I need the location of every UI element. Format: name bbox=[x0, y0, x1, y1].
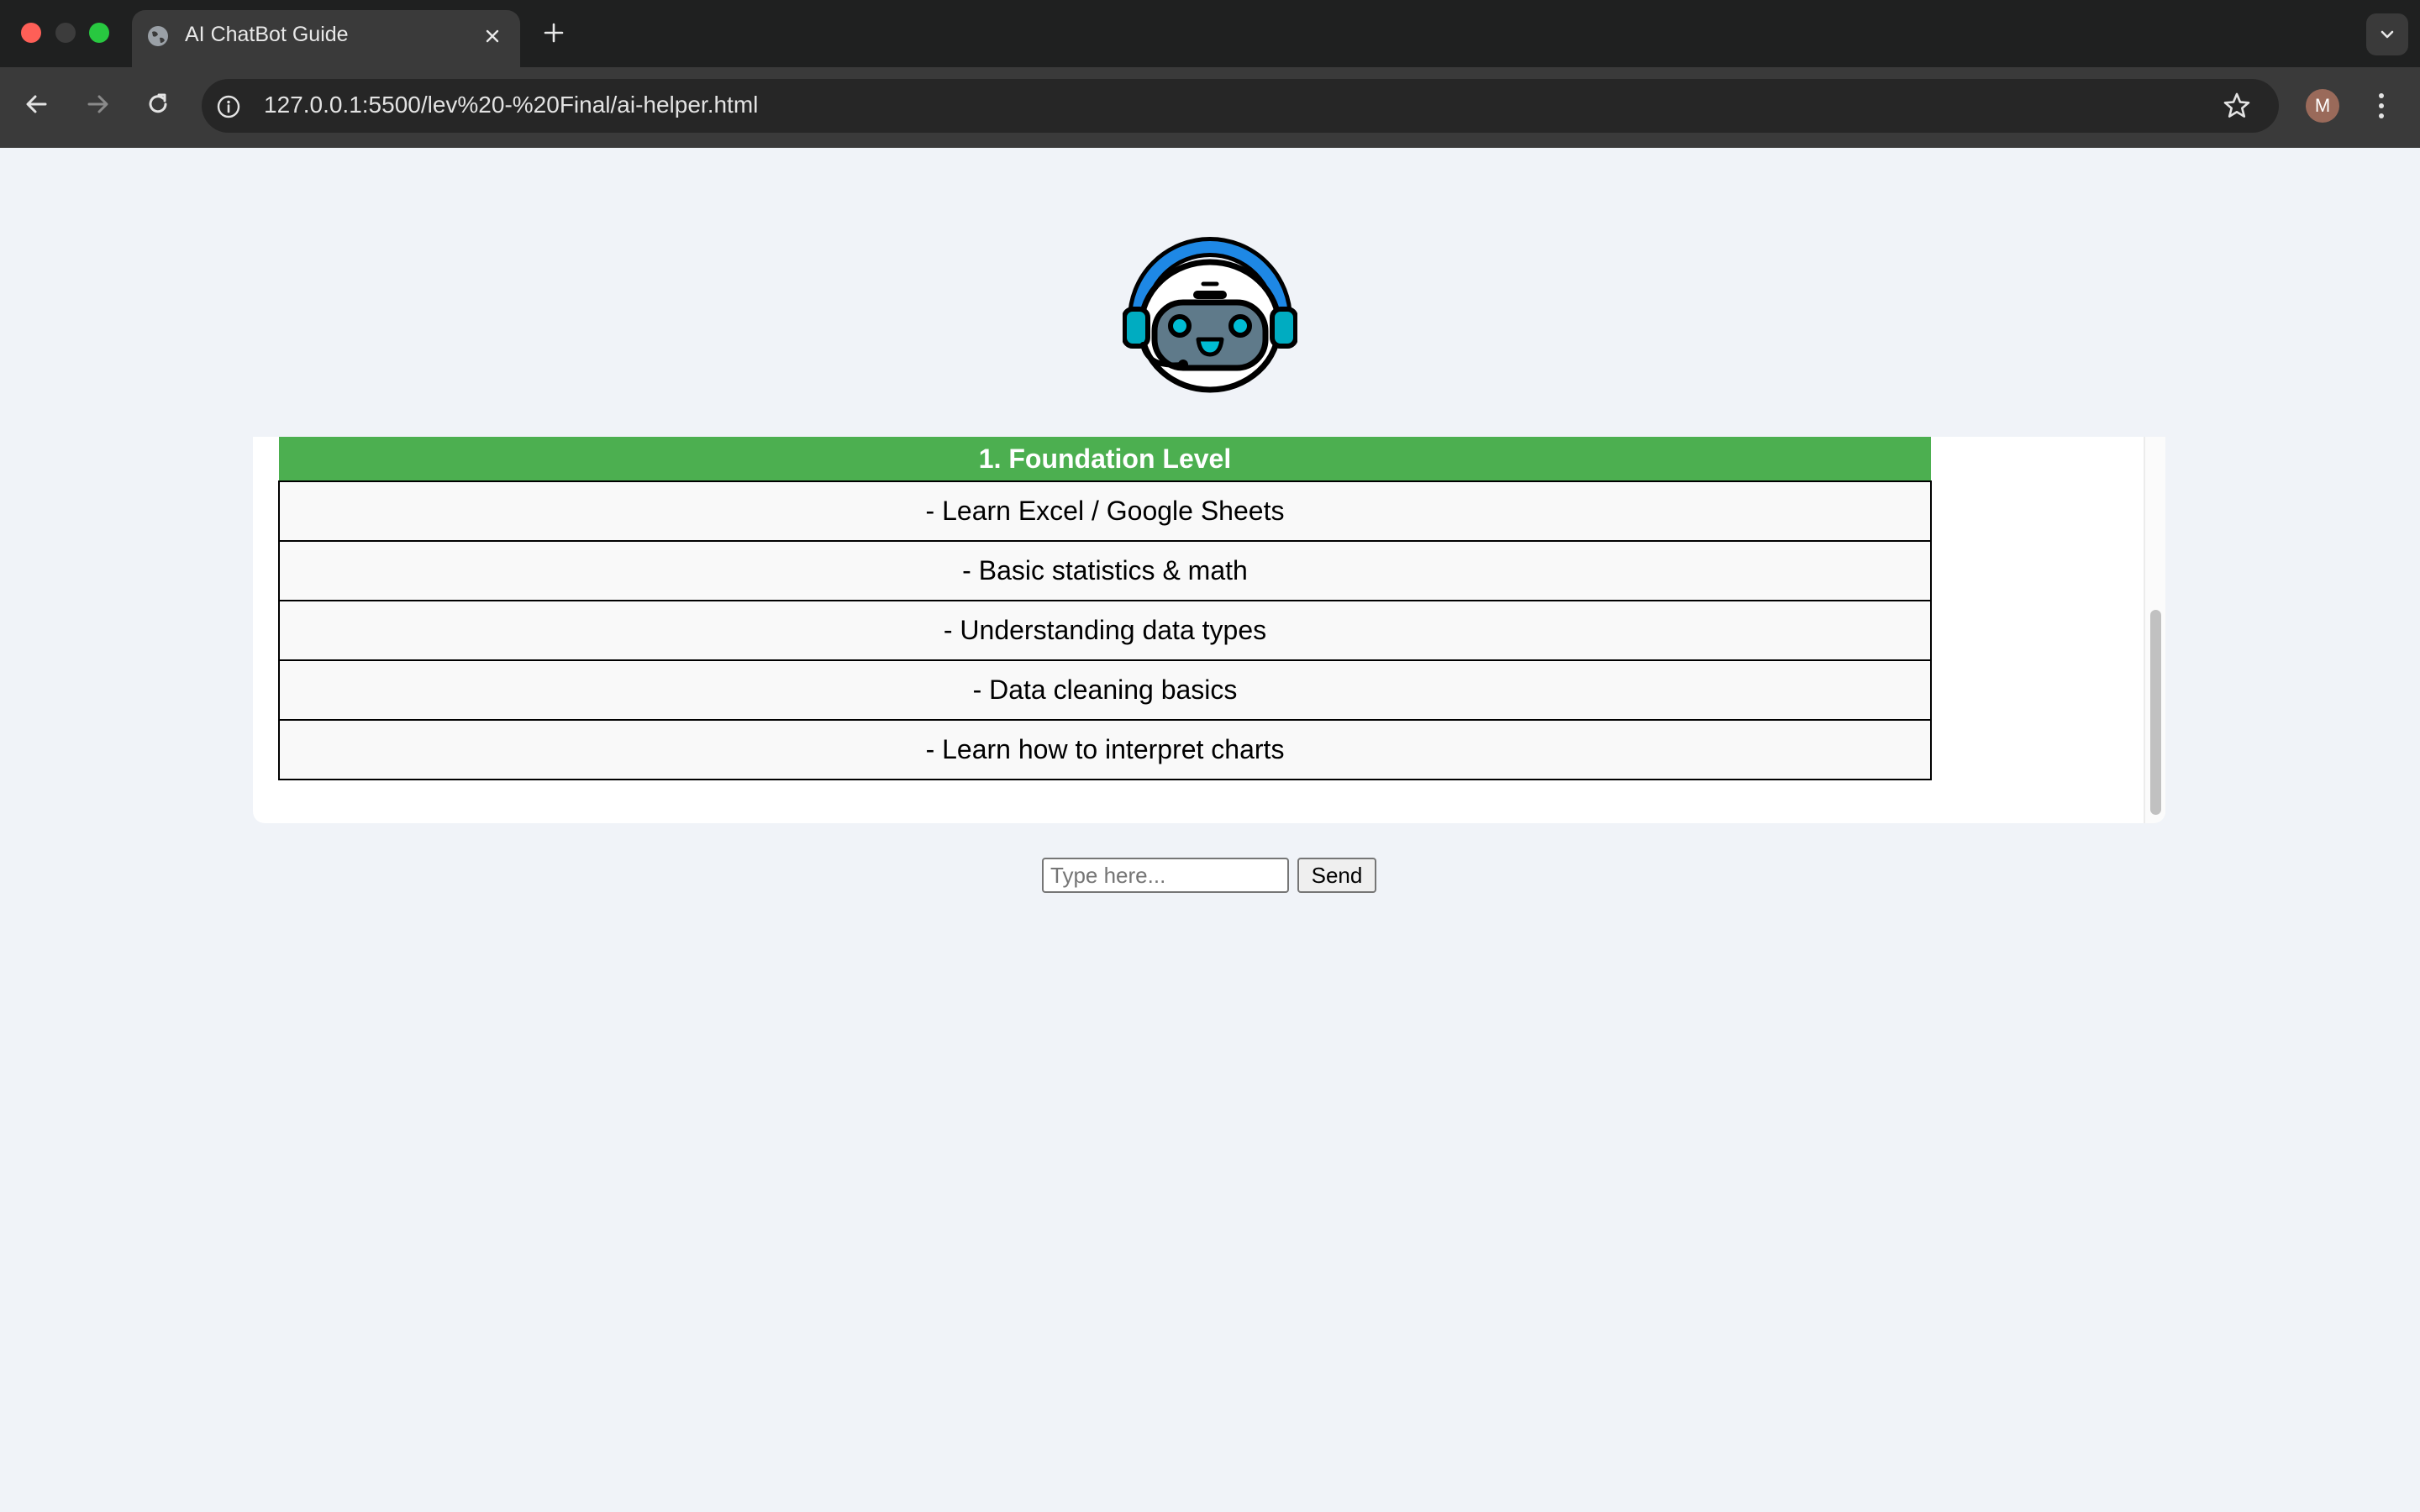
roadmap-item: - Learn how to interpret charts bbox=[278, 719, 1932, 780]
headset-robot-icon bbox=[1123, 237, 1297, 393]
chat-input[interactable] bbox=[1042, 858, 1289, 893]
roadmap-item: - Understanding data types bbox=[278, 600, 1932, 661]
chat-scrollbar[interactable] bbox=[2144, 437, 2165, 823]
back-arrow-icon[interactable] bbox=[20, 87, 54, 121]
new-tab-icon[interactable] bbox=[541, 20, 566, 45]
window-maximize-button[interactable] bbox=[89, 23, 109, 43]
roadmap-table: 1. Foundation Level - Learn Excel / Goog… bbox=[278, 437, 1932, 780]
globe-icon bbox=[148, 26, 168, 46]
table-row: - Data cleaning basics bbox=[278, 659, 1932, 721]
bookmark-star-icon[interactable] bbox=[2222, 91, 2252, 121]
profile-avatar[interactable]: M bbox=[2306, 89, 2339, 123]
window-close-button[interactable] bbox=[21, 23, 41, 43]
forward-arrow-icon[interactable] bbox=[81, 87, 114, 121]
table-row: - Understanding data types bbox=[278, 600, 1932, 661]
table-row: - Learn Excel / Google Sheets bbox=[278, 480, 1932, 542]
roadmap-item: - Learn Excel / Google Sheets bbox=[278, 480, 1932, 542]
roadmap-item: - Data cleaning basics bbox=[278, 659, 1932, 721]
address-bar[interactable]: 127.0.0.1:5500/lev%20-%20Final/ai-helper… bbox=[202, 79, 2279, 133]
close-icon[interactable] bbox=[481, 24, 504, 48]
browser-tab[interactable]: AI ChatBot Guide bbox=[132, 10, 520, 67]
browser-tab-strip: AI ChatBot Guide bbox=[0, 0, 2420, 67]
more-options-icon[interactable] bbox=[2371, 89, 2391, 123]
url-text[interactable]: 127.0.0.1:5500/lev%20-%20Final/ai-helper… bbox=[264, 92, 758, 118]
chat-box: 1. Foundation Level - Learn Excel / Goog… bbox=[253, 437, 2165, 823]
chevron-down-icon bbox=[2381, 30, 2394, 39]
site-info-icon[interactable] bbox=[215, 93, 242, 120]
roadmap-header-row: 1. Foundation Level bbox=[279, 437, 1931, 481]
send-button[interactable]: Send bbox=[1297, 858, 1376, 893]
tab-title: AI ChatBot Guide bbox=[185, 23, 349, 46]
table-row: - Basic statistics & math bbox=[278, 540, 1932, 601]
roadmap-item: - Basic statistics & math bbox=[278, 540, 1932, 601]
window-minimize-button[interactable] bbox=[55, 23, 76, 43]
table-row: - Learn how to interpret charts bbox=[278, 719, 1932, 780]
reload-icon[interactable] bbox=[141, 87, 175, 121]
browser-toolbar: 127.0.0.1:5500/lev%20-%20Final/ai-helper… bbox=[0, 67, 2420, 148]
roadmap-level-header: 1. Foundation Level bbox=[279, 437, 1931, 481]
chat-scrollbar-thumb[interactable] bbox=[2150, 610, 2161, 815]
tab-search-button[interactable] bbox=[2366, 13, 2408, 55]
